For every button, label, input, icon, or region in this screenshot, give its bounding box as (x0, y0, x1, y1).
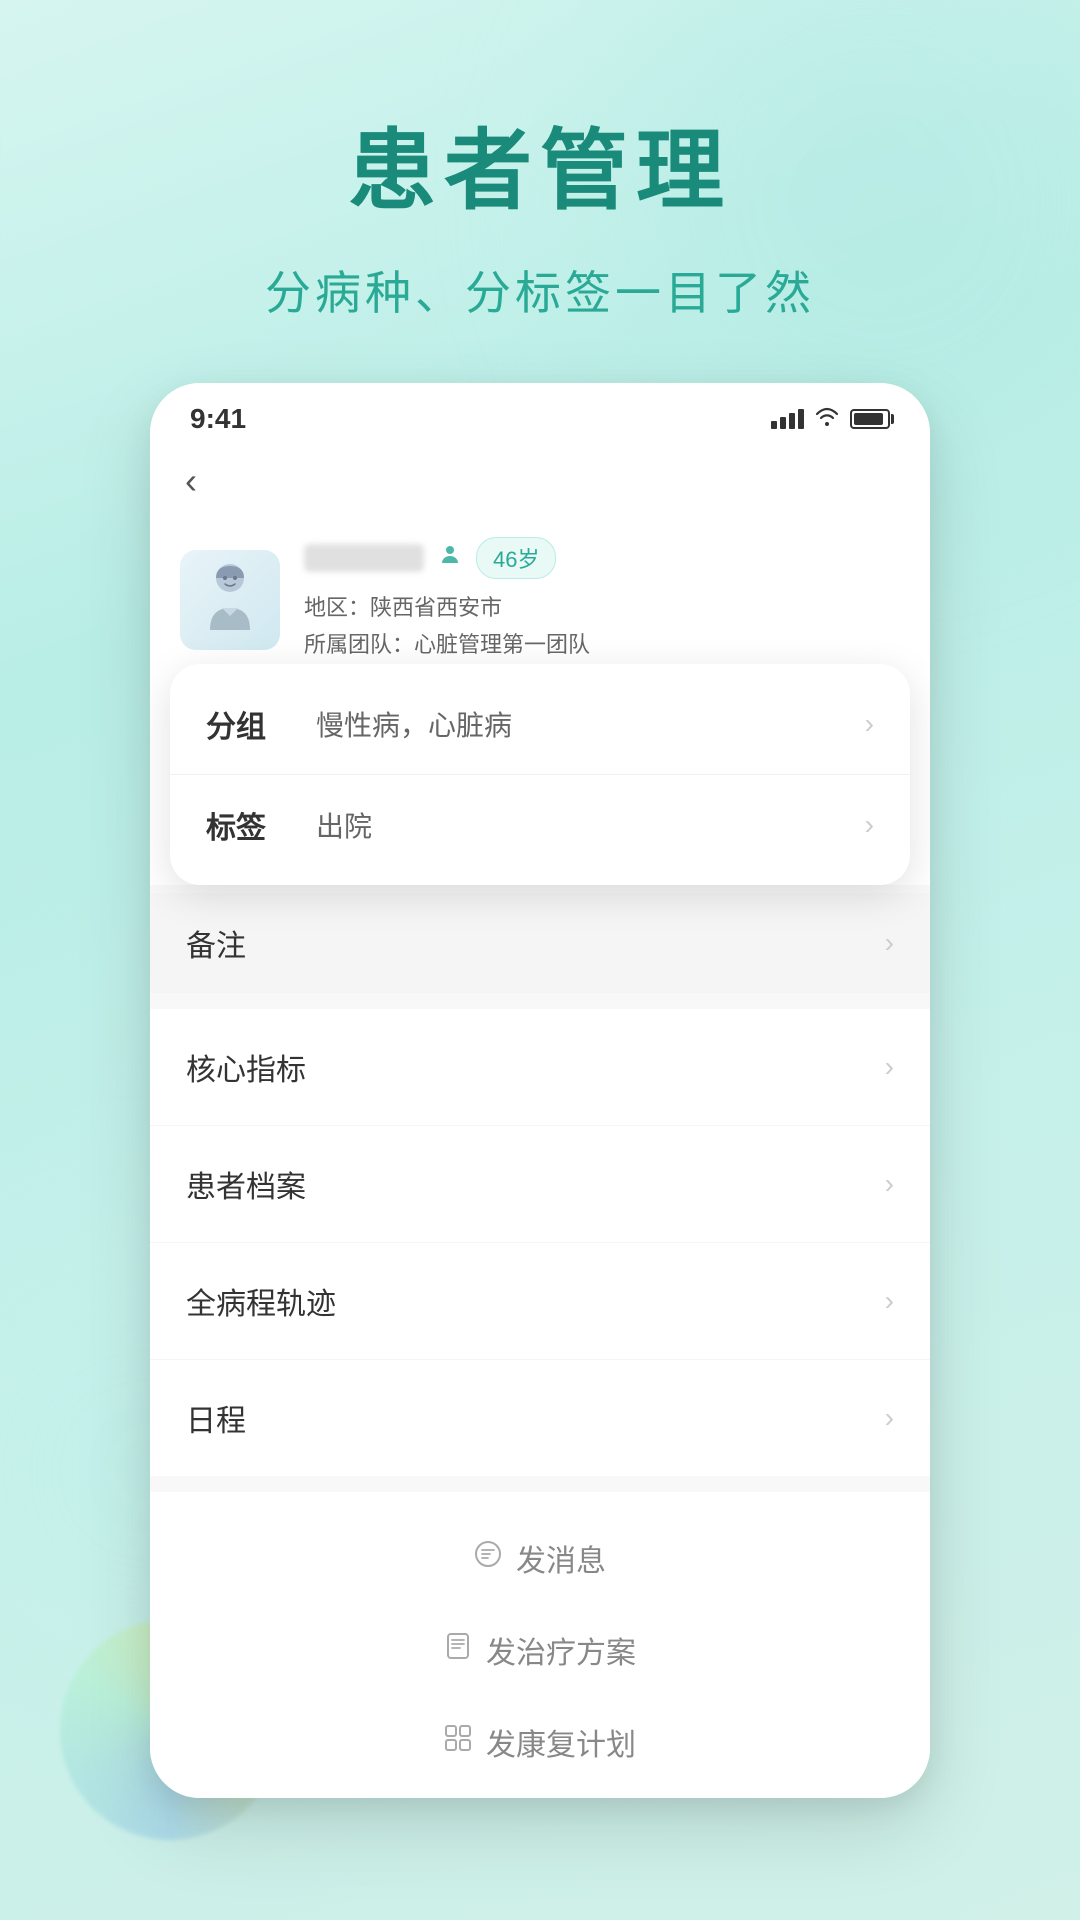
send-plan-label: 发治疗方案 (486, 1628, 636, 1672)
status-icons (771, 406, 890, 432)
status-bar: 9:41 (150, 383, 930, 445)
list-item-track[interactable]: 全病程轨迹 › (150, 1243, 930, 1360)
message-icon (474, 1540, 502, 1575)
plan-icon (444, 1632, 472, 1667)
back-button[interactable]: ‹ (180, 455, 202, 507)
tag-label: 标签 (206, 803, 296, 847)
age-badge: 46岁 (476, 537, 556, 579)
patient-info: 46岁 地区：陕西省西安市 所属团队：心脏管理第一团队 (304, 537, 900, 664)
tag-chevron-icon: › (865, 809, 874, 841)
patient-avatar (180, 550, 280, 650)
group-chevron-icon: › (865, 708, 874, 740)
wifi-icon (814, 406, 840, 432)
patient-name-blur (304, 544, 424, 572)
schedule-chevron-icon: › (885, 1402, 894, 1434)
signal-icon (771, 409, 804, 429)
list-item-core[interactable]: 核心指标 › (150, 1009, 930, 1126)
send-rehab-label: 发康复计划 (486, 1720, 636, 1764)
list-item-file[interactable]: 患者档案 › (150, 1126, 930, 1243)
list-item-notes-label: 备注 (186, 921, 246, 965)
group-row[interactable]: 分组 慢性病，心脏病 › (170, 674, 910, 775)
phone-mockup: 9:41 ‹ (150, 383, 930, 1798)
track-chevron-icon: › (885, 1285, 894, 1317)
file-label: 患者档案 (186, 1162, 306, 1206)
battery-icon (850, 409, 890, 429)
notes-section: 备注 › (150, 893, 930, 993)
person-icon (438, 543, 462, 574)
send-plan-btn[interactable]: 发治疗方案 (150, 1604, 930, 1696)
patient-region: 地区：陕西省西安市 (304, 589, 900, 626)
status-time: 9:41 (190, 403, 246, 435)
file-chevron-icon: › (885, 1168, 894, 1200)
send-rehab-btn[interactable]: 发康复计划 (150, 1696, 930, 1788)
nav-bar: ‹ (150, 445, 930, 517)
bottom-actions: 发消息 发治疗方案 (150, 1492, 930, 1798)
rehab-icon (444, 1724, 472, 1759)
schedule-label: 日程 (186, 1396, 246, 1440)
tag-row[interactable]: 标签 出院 › (170, 775, 910, 875)
list-item-notes[interactable]: 备注 › (150, 893, 930, 993)
main-menu-section: 核心指标 › 患者档案 › 全病程轨迹 › 日程 › (150, 1009, 930, 1476)
list-item-schedule[interactable]: 日程 › (150, 1360, 930, 1476)
overlay-card: 分组 慢性病，心脏病 › 标签 出院 › (170, 664, 910, 885)
group-value: 慢性病，心脏病 (316, 704, 865, 744)
main-title: 患者管理 (0, 100, 1080, 227)
send-message-label: 发消息 (516, 1536, 606, 1580)
patient-team: 所属团队：心脏管理第一团队 (304, 626, 900, 663)
send-message-btn[interactable]: 发消息 (150, 1512, 930, 1604)
track-label: 全病程轨迹 (186, 1279, 336, 1323)
group-label: 分组 (206, 702, 296, 746)
menu-section: 备注 › 核心指标 › 患者档案 › 全病程轨迹 › 日程 › (150, 885, 930, 1798)
core-label: 核心指标 (186, 1045, 306, 1089)
tag-value: 出院 (316, 805, 865, 845)
header-section: 患者管理 分病种、分标签一目了然 (0, 0, 1080, 383)
patient-name-row: 46岁 (304, 537, 900, 579)
core-chevron-icon: › (885, 1051, 894, 1083)
sub-title: 分病种、分标签一目了然 (0, 257, 1080, 323)
notes-chevron-icon: › (885, 927, 894, 959)
